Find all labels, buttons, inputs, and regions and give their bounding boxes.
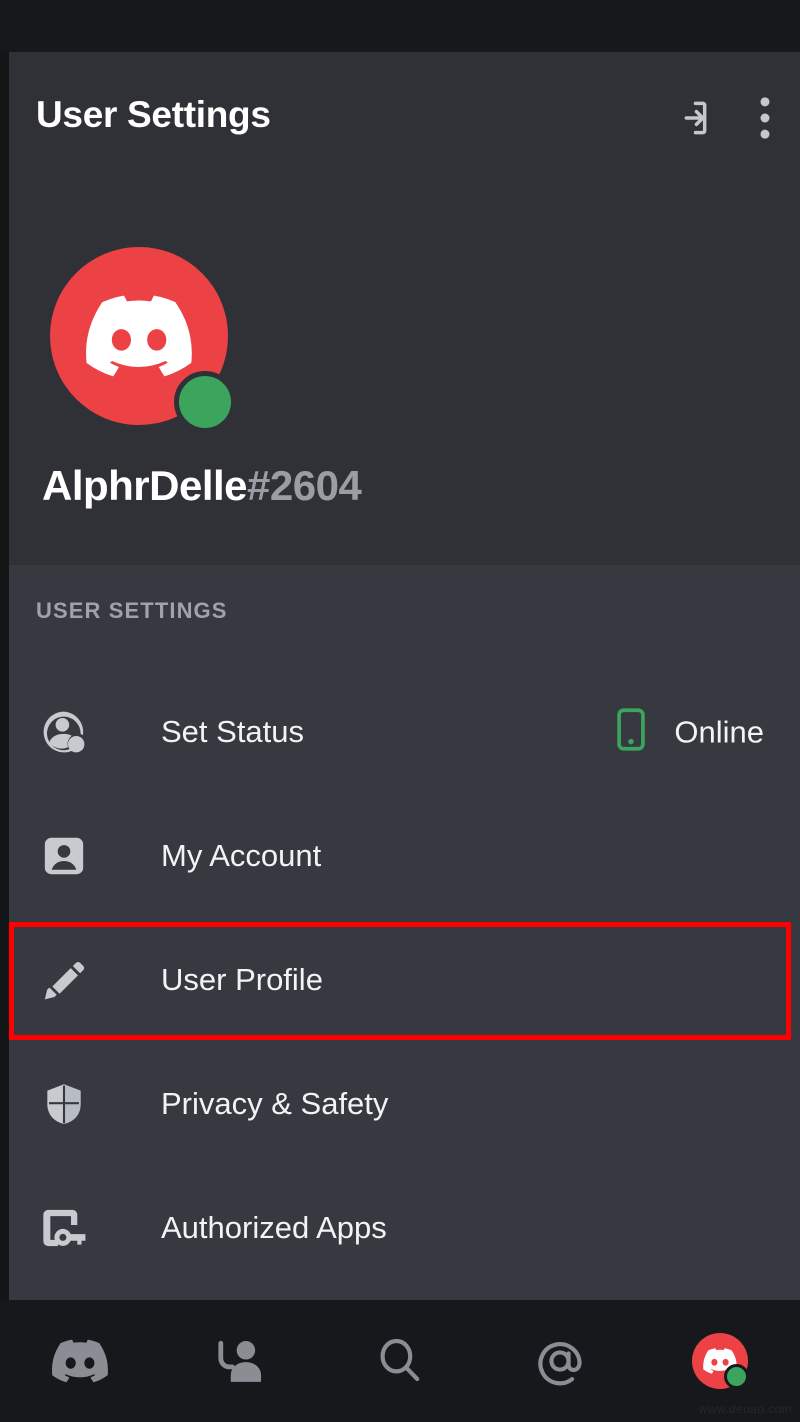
left-edge-gutter [0,52,9,1300]
bottom-navigation-bar: www.deuao.com [0,1300,800,1422]
page-title: User Settings [36,94,271,135]
user-settings-panel: USER SETTINGS Set Status Online My Accou… [9,565,800,1300]
avatar[interactable] [50,247,240,437]
nav-item-home[interactable] [0,1300,160,1422]
more-vertical-icon[interactable] [760,96,770,140]
person-status-icon [38,706,90,758]
settings-row-label: Privacy & Safety [161,1086,389,1121]
settings-row-label: User Profile [161,962,323,997]
username: AlphrDelle [42,462,248,509]
settings-list: Set Status Online My Account User Profil… [9,670,800,1290]
settings-row-label: Set Status [161,714,305,749]
nav-item-search[interactable] [320,1300,480,1422]
discriminator: #2604 [247,462,362,509]
set-status-value-label: Online [674,714,764,749]
settings-row-set-status[interactable]: Set Status Online [9,670,800,794]
header-bar: User Settings [9,52,800,182]
search-icon [380,1338,420,1382]
header-actions [668,96,770,140]
username-line: AlphrDelle#2604 [42,462,362,509]
discord-user-settings-screen: User Settings AlphrDelle#2604 USER SETTI… [0,0,800,1422]
status-badge-online [174,371,236,433]
friends-icon [218,1340,262,1382]
authorized-apps-icon [38,1202,90,1254]
nav-item-mentions[interactable] [480,1300,640,1422]
settings-row-user-profile[interactable]: User Profile [9,918,800,1042]
section-label-user-settings: USER SETTINGS [36,598,228,623]
shield-icon [38,1078,90,1130]
discord-home-icon [52,1339,108,1383]
settings-row-privacy-safety[interactable]: Privacy & Safety [9,1042,800,1166]
account-badge-icon [38,830,90,882]
logout-icon[interactable] [668,96,712,140]
settings-row-authorized-apps[interactable]: Authorized Apps [9,1166,800,1290]
user-avatar-icon [692,1333,749,1389]
watermark: www.deuao.com [698,1402,792,1416]
nav-item-friends[interactable] [160,1300,320,1422]
mobile-phone-icon [616,708,646,757]
pencil-icon [38,954,90,1006]
status-bar [0,0,800,52]
nav-status-badge-online [724,1364,749,1389]
set-status-value[interactable]: Online [616,708,764,757]
mentions-at-icon [538,1342,582,1386]
settings-row-label: Authorized Apps [161,1210,387,1245]
settings-row-label: My Account [161,838,322,873]
profile-header-panel: User Settings AlphrDelle#2604 [9,52,800,565]
settings-row-my-account[interactable]: My Account [9,794,800,918]
discord-logo-icon [86,295,192,377]
